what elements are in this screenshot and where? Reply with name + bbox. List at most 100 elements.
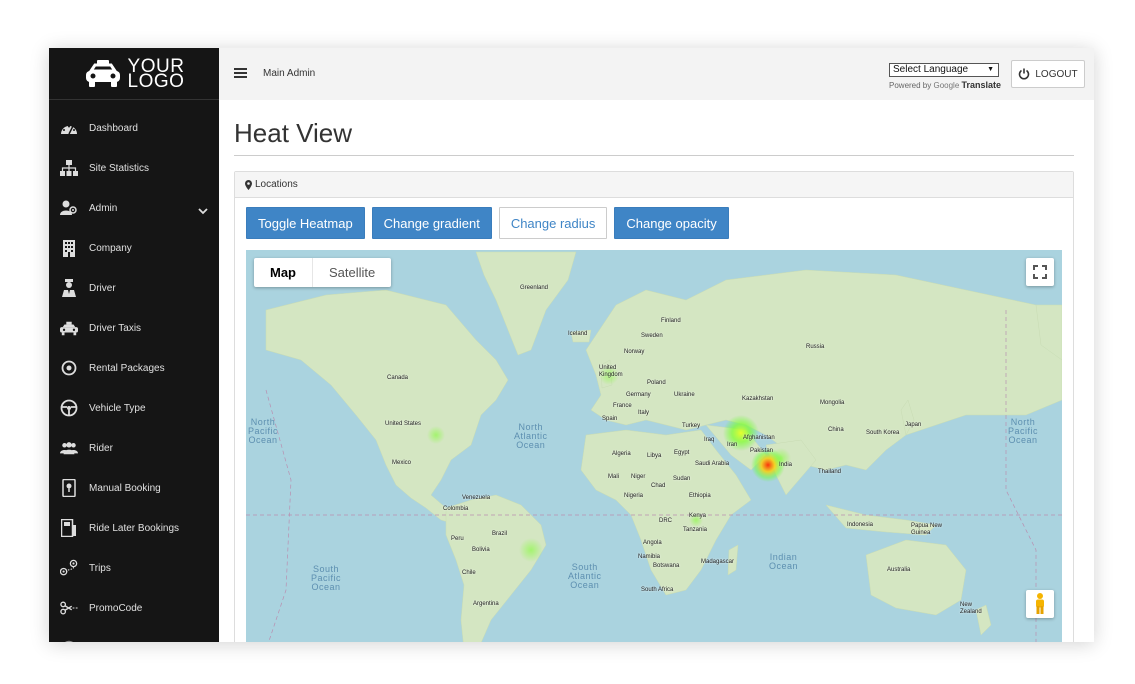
language-select[interactable]: Select Language ▼ bbox=[889, 63, 999, 77]
country-label: Chad bbox=[651, 483, 666, 489]
country-label: Australia bbox=[887, 567, 911, 573]
country-label: Poland bbox=[647, 380, 666, 386]
main-content: Heat View Locations Toggle Heatmap Chang… bbox=[219, 100, 1094, 642]
app-window: YOUR LOGO Dashboard Site Statistics Admi… bbox=[49, 48, 1094, 642]
page-title: Heat View bbox=[234, 118, 353, 148]
country-label: Argentina bbox=[473, 601, 499, 607]
land-africa bbox=[580, 429, 752, 596]
locations-panel: Locations Toggle Heatmap Change gradient… bbox=[234, 171, 1074, 642]
sidebar-item-ride-later-bookings[interactable]: Ride Later Bookings bbox=[49, 508, 219, 548]
breadcrumb: Main Admin bbox=[263, 68, 316, 79]
country-label: Niger bbox=[631, 474, 646, 480]
country-label: India bbox=[779, 462, 793, 468]
sidebar-item-dashboard[interactable]: Dashboard bbox=[49, 108, 219, 148]
sidebar-item-rider[interactable]: Rider bbox=[49, 428, 219, 468]
country-label: United Kingdom bbox=[599, 365, 623, 378]
menu-toggle-icon[interactable] bbox=[234, 68, 247, 78]
power-icon bbox=[1019, 68, 1030, 80]
sidebar-item-label: Driver bbox=[89, 282, 116, 294]
change-radius-button[interactable]: Change radius bbox=[498, 207, 608, 239]
country-label: Iraq bbox=[704, 437, 715, 443]
sidebar-nav: Dashboard Site Statistics Admin Company … bbox=[49, 108, 219, 642]
scissors-icon bbox=[60, 599, 78, 617]
sidebar-item-manual-booking[interactable]: Manual Booking bbox=[49, 468, 219, 508]
sidebar-item-more[interactable] bbox=[49, 628, 219, 642]
land-greenland bbox=[475, 251, 577, 356]
country-label: Kazakhstan bbox=[742, 396, 774, 402]
sidebar: YOUR LOGO Dashboard Site Statistics Admi… bbox=[49, 48, 219, 642]
group-icon bbox=[60, 439, 78, 457]
change-gradient-button[interactable]: Change gradient bbox=[371, 207, 492, 239]
sidebar-item-driver-taxis[interactable]: Driver Taxis bbox=[49, 308, 219, 348]
sidebar-item-company[interactable]: Company bbox=[49, 228, 219, 268]
country-label: Madagascar bbox=[701, 559, 735, 565]
country-label: DRC bbox=[659, 518, 672, 524]
country-label: Iran bbox=[727, 442, 738, 448]
sidebar-item-label: Dashboard bbox=[89, 122, 138, 134]
sidebar-item-label: Ride Later Bookings bbox=[89, 522, 180, 534]
admin-users-icon bbox=[60, 199, 78, 217]
country-label: Japan bbox=[905, 422, 922, 428]
title-divider bbox=[234, 155, 1074, 156]
dashboard-icon bbox=[60, 119, 78, 137]
taxi-logo-icon bbox=[85, 59, 120, 87]
sidebar-item-label: Site Statistics bbox=[89, 162, 150, 174]
country-label: Chile bbox=[462, 570, 476, 576]
chevron-down-icon[interactable] bbox=[198, 202, 208, 220]
sidebar-item-trips[interactable]: Trips bbox=[49, 548, 219, 588]
toggle-heatmap-button[interactable]: Toggle Heatmap bbox=[246, 207, 365, 239]
sidebar-item-site-statistics[interactable]: Site Statistics bbox=[49, 148, 219, 188]
ocean-label: North Atlantic Ocean bbox=[514, 422, 548, 450]
translate-link[interactable]: Translate bbox=[962, 80, 1002, 90]
pegman-icon bbox=[1036, 593, 1044, 614]
map-type-map-button[interactable]: Map bbox=[254, 258, 312, 287]
country-label: South Africa bbox=[641, 587, 674, 593]
country-label: Saudi Arabia bbox=[695, 461, 730, 467]
country-label: Brazil bbox=[492, 531, 508, 537]
brand-logo[interactable]: YOUR LOGO bbox=[49, 48, 219, 100]
country-label: United States bbox=[385, 421, 422, 427]
sidebar-item-label: Driver Taxis bbox=[89, 322, 142, 334]
logout-button[interactable]: LOGOUT bbox=[1011, 60, 1085, 88]
taxi-icon bbox=[60, 319, 78, 337]
land-australia bbox=[865, 539, 967, 616]
street-view-pegman[interactable] bbox=[1026, 590, 1054, 618]
heat-point-usa-east bbox=[427, 426, 445, 444]
sidebar-item-label: Rider bbox=[89, 442, 113, 454]
country-label: Peru bbox=[451, 536, 464, 542]
map-type-satellite-button[interactable]: Satellite bbox=[312, 258, 391, 287]
country-label: Papua New Guinea bbox=[911, 523, 943, 536]
panel-title: Locations bbox=[255, 179, 298, 190]
language-select-value: Select Language bbox=[893, 64, 969, 75]
heat-map[interactable]: North Pacific Ocean North Atlantic Ocean… bbox=[246, 250, 1062, 642]
powered-by-label: Powered by bbox=[889, 81, 932, 90]
ocean-label: North Pacific Ocean bbox=[1008, 417, 1039, 445]
ocean-label: South Pacific Ocean bbox=[311, 564, 342, 592]
country-label: Pakistan bbox=[750, 448, 774, 454]
ocean-label: North Pacific Ocean bbox=[248, 417, 279, 445]
logout-label: LOGOUT bbox=[1035, 68, 1078, 80]
fullscreen-button[interactable] bbox=[1026, 258, 1054, 286]
sidebar-item-label: Admin bbox=[89, 202, 118, 214]
heatmap-controls: Toggle Heatmap Change gradient Change ra… bbox=[246, 207, 729, 239]
country-label: Thailand bbox=[818, 469, 842, 475]
logo-line-2: LOGO bbox=[127, 70, 185, 92]
country-label: Russia bbox=[806, 344, 825, 350]
ocean-label: South Atlantic Ocean bbox=[568, 562, 602, 590]
top-bar: Main Admin Select Language ▼ Powered by … bbox=[219, 48, 1094, 100]
sidebar-item-rental-packages[interactable]: Rental Packages bbox=[49, 348, 219, 388]
powered-by-google-translate: Powered by Google Translate bbox=[889, 80, 1001, 90]
sidebar-item-label: Vehicle Type bbox=[89, 402, 146, 414]
steering-wheel-icon bbox=[60, 399, 78, 417]
sidebar-item-driver[interactable]: Driver bbox=[49, 268, 219, 308]
calendar-booking-icon bbox=[60, 519, 78, 537]
sidebar-item-vehicle-type[interactable]: Vehicle Type bbox=[49, 388, 219, 428]
sidebar-item-promocode[interactable]: PromoCode bbox=[49, 588, 219, 628]
country-label: Mongolia bbox=[820, 400, 845, 406]
sidebar-item-admin[interactable]: Admin bbox=[49, 188, 219, 228]
change-opacity-button[interactable]: Change opacity bbox=[614, 207, 729, 239]
country-label: China bbox=[828, 427, 844, 433]
country-label: Turkey bbox=[682, 423, 701, 429]
google-label: Google bbox=[933, 81, 960, 90]
country-label: New Zealand bbox=[960, 602, 982, 615]
